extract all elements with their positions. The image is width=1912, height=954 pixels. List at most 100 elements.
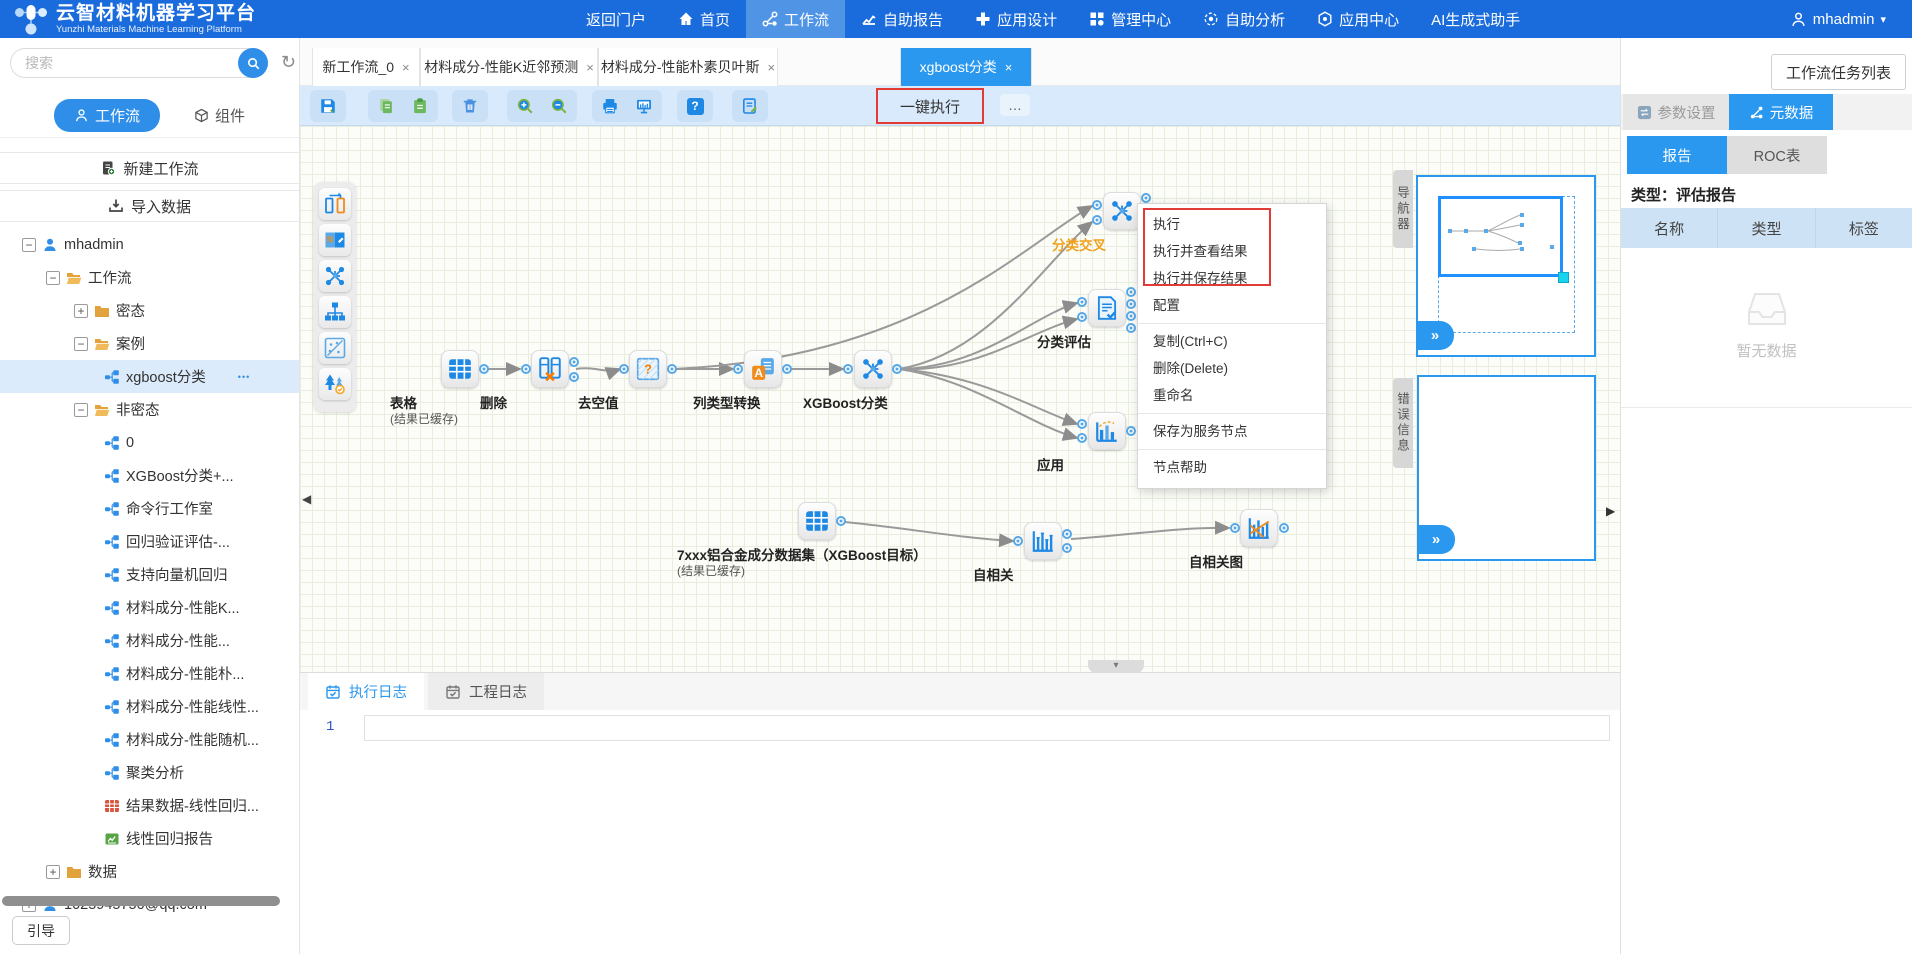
nav-item-self-analysis[interactable]: 自助分析 (1187, 0, 1301, 38)
tree-item-workflows[interactable]: −工作流 (0, 261, 299, 294)
scatter-layout-tool[interactable] (319, 332, 351, 364)
port[interactable] (782, 364, 792, 374)
tree-item-nonsecret[interactable]: −非密态 (0, 393, 299, 426)
port[interactable] (1092, 215, 1102, 225)
port[interactable] (569, 372, 579, 382)
tree-item-mhadmin[interactable]: −mhadmin (0, 228, 299, 261)
tree-item-knn[interactable]: 材料成分-性能K... (0, 591, 299, 624)
node-autocorr[interactable] (1024, 522, 1062, 560)
print-button[interactable] (598, 94, 622, 118)
port[interactable] (1141, 193, 1151, 203)
tab-project-log[interactable]: 工程日志 (428, 673, 544, 710)
tab-param-settings[interactable]: 参数设置 (1623, 94, 1729, 130)
node-autocorr-plot[interactable] (1240, 509, 1278, 547)
tree-item-random[interactable]: 材料成分-性能随机... (0, 723, 299, 756)
nav-item-app-design[interactable]: 应用设计 (959, 0, 1073, 38)
error-info-tab[interactable]: 错误信息 (1393, 378, 1413, 468)
nav-item-home[interactable]: 首页 (662, 0, 746, 38)
menu-item-save-service-node[interactable]: 保存为服务节点 (1138, 418, 1326, 445)
save-button[interactable] (316, 94, 340, 118)
collapse-toggle[interactable]: − (22, 238, 36, 252)
nav-item-workflow[interactable]: 工作流 (746, 0, 845, 38)
node-apply[interactable] (1088, 412, 1126, 450)
node-coltype[interactable] (744, 350, 782, 388)
port[interactable] (1230, 523, 1240, 533)
node-delete[interactable] (531, 350, 569, 388)
navigator-tab[interactable]: 导航器 (1393, 170, 1413, 248)
nav-item-ai-assistant[interactable]: AI生成式助手 (1415, 0, 1536, 38)
tree-item-cases[interactable]: −案例 (0, 327, 299, 360)
port[interactable] (892, 364, 902, 374)
nav-item-portal[interactable]: 返回门户 (570, 0, 662, 38)
workflow-canvas[interactable]: 表格 (结果已缓存) 删除 去空值 列类型转换 XGBoost分类 分类交叉 分… (300, 126, 1620, 672)
node-eval[interactable] (1088, 289, 1126, 327)
port[interactable] (667, 364, 677, 374)
tree-item-cluster[interactable]: 聚类分析 (0, 756, 299, 789)
tab-xgboost[interactable]: xgboost分类× (900, 48, 1032, 86)
port[interactable] (1126, 323, 1136, 333)
search-input[interactable] (10, 48, 268, 78)
delete-button[interactable] (458, 94, 482, 118)
paste-button[interactable] (408, 94, 432, 118)
close-icon[interactable]: × (1005, 60, 1013, 75)
menu-item-run-view[interactable]: 执行并查看结果 (1138, 238, 1326, 265)
port[interactable] (836, 516, 846, 526)
menu-item-run[interactable]: 执行 (1138, 211, 1326, 238)
forest-tool[interactable] (319, 368, 351, 400)
nav-item-report[interactable]: 自助报告 (845, 0, 959, 38)
port[interactable] (1126, 287, 1136, 297)
network-layout-tool[interactable] (319, 260, 351, 292)
subtab-report[interactable]: 报告 (1627, 136, 1727, 174)
port[interactable] (1062, 529, 1072, 539)
import-data-button[interactable]: 导入数据 (0, 190, 299, 222)
tree-item-secret[interactable]: +密态 (0, 294, 299, 327)
port[interactable] (619, 364, 629, 374)
node-dataset[interactable] (798, 502, 836, 540)
tree-item-bayes[interactable]: 材料成分-性能朴... (0, 657, 299, 690)
toolbar-more-button[interactable]: … (1000, 94, 1030, 116)
close-icon[interactable]: × (402, 60, 410, 75)
nav-item-admin-center[interactable]: 管理中心 (1073, 0, 1187, 38)
fullscreen-button[interactable] (632, 94, 656, 118)
sidebar-tab-components[interactable]: 组件 (194, 105, 245, 126)
refresh-icon[interactable]: ↻ (281, 52, 296, 73)
tree-item-perf[interactable]: 材料成分-性能... (0, 624, 299, 657)
node-dropna[interactable] (629, 350, 667, 388)
tree-item-xgboost-plus[interactable]: XGBoost分类+... (0, 459, 299, 492)
tree-item-data[interactable]: +数据 (0, 855, 299, 888)
tab-knn[interactable]: 材料成分-性能K近邻预测× (420, 48, 598, 86)
port[interactable] (843, 364, 853, 374)
port[interactable] (1092, 200, 1102, 210)
nav-item-app-center[interactable]: 应用中心 (1301, 0, 1415, 38)
minimap-resize-handle[interactable] (1558, 272, 1569, 283)
close-icon[interactable]: × (586, 60, 594, 75)
menu-item-node-help[interactable]: 节点帮助 (1138, 454, 1326, 481)
port[interactable] (1279, 523, 1289, 533)
port[interactable] (1013, 536, 1023, 546)
run-all-button[interactable]: 一键执行 (876, 88, 984, 124)
port[interactable] (1077, 419, 1087, 429)
menu-item-copy[interactable]: 复制(Ctrl+C) (1138, 328, 1326, 355)
collapse-toggle[interactable]: − (74, 403, 88, 417)
help-button[interactable]: ? (683, 94, 707, 118)
menu-item-configure[interactable]: 配置 (1138, 292, 1326, 319)
port[interactable] (1062, 543, 1072, 553)
zoom-in-button[interactable] (513, 94, 537, 118)
port[interactable] (1126, 299, 1136, 309)
port[interactable] (733, 364, 743, 374)
tree-layout-tool[interactable] (319, 296, 351, 328)
navigator-minimap[interactable]: » (1416, 175, 1596, 357)
tab-bayes[interactable]: 材料成分-性能朴素贝叶斯× (598, 48, 778, 86)
node-cross-validation[interactable] (1103, 192, 1141, 230)
copy-button[interactable] (374, 94, 398, 118)
port[interactable] (1077, 297, 1087, 307)
tab-new-workflow[interactable]: 新工作流_0× (312, 48, 420, 86)
tree-item-svr[interactable]: 支持向量机回归 (0, 558, 299, 591)
port[interactable] (521, 364, 531, 374)
port[interactable] (1077, 433, 1087, 443)
collapse-toggle[interactable]: − (74, 337, 88, 351)
new-workflow-button[interactable]: 新建工作流 (0, 152, 299, 184)
tree-item-linear-report[interactable]: 线性回归报告 (0, 822, 299, 855)
node-xgboost[interactable] (854, 350, 892, 388)
close-icon[interactable]: × (768, 60, 776, 75)
